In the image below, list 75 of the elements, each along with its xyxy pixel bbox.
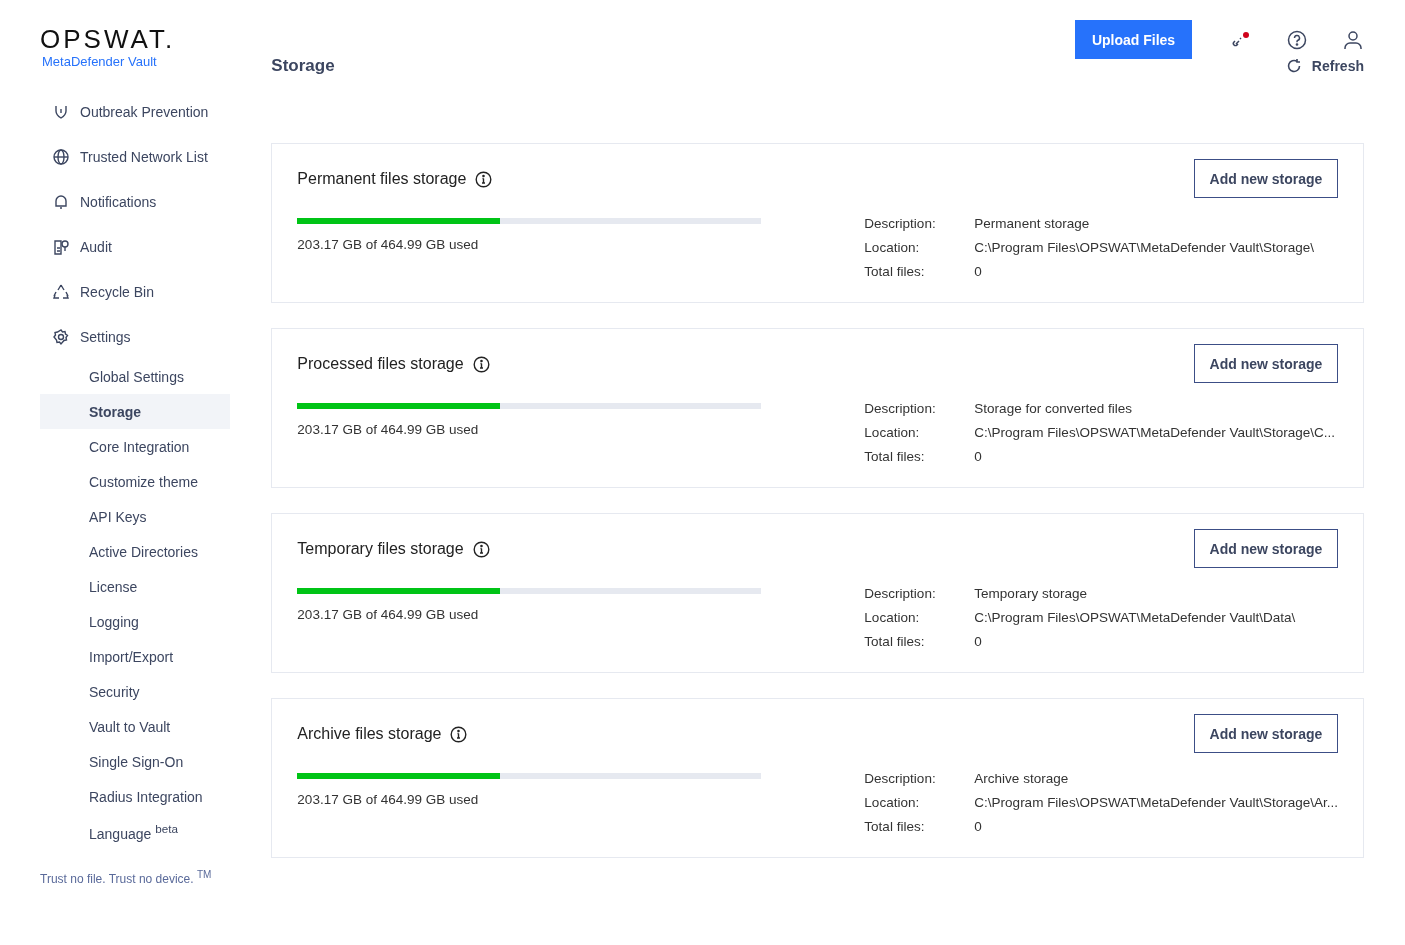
- detail-label: Location:: [864, 795, 921, 810]
- tagline: Trust no file. Trust no device. $^{TM}$: [40, 869, 213, 886]
- sidebar-item[interactable]: Trusted Network List: [40, 134, 231, 179]
- settings-menu-item[interactable]: Security: [40, 674, 231, 709]
- bell-icon: [52, 192, 70, 211]
- usage-text: 203.17 GB of 464.99 GB used: [297, 607, 480, 622]
- info-icon[interactable]: [475, 170, 493, 188]
- detail-label: Total files:: [864, 449, 926, 464]
- settings-menu-item[interactable]: License: [40, 569, 231, 604]
- detail-label: Total files:: [864, 819, 926, 834]
- refresh-button[interactable]: Refresh: [1285, 58, 1364, 74]
- detail-label: Description:: [864, 401, 937, 416]
- add-new-storage-button[interactable]: Add new storage: [1194, 529, 1338, 568]
- settings-menu-item[interactable]: Storage: [40, 394, 231, 429]
- detail-value: 0: [974, 634, 983, 649]
- storage-title: Temporary files storage: [297, 540, 464, 558]
- settings-menu-item[interactable]: Import/Export: [40, 639, 231, 674]
- usage-text: 203.17 GB of 464.99 GB used: [297, 792, 480, 807]
- detail-label: Description:: [864, 216, 937, 231]
- detail-label: Total files:: [864, 634, 926, 649]
- recycle-icon: [52, 282, 70, 301]
- settings-menu-item[interactable]: Vault to Vault: [40, 709, 231, 744]
- info-icon[interactable]: [450, 725, 468, 743]
- detail-value: 0: [974, 264, 983, 279]
- detail-value: Storage for converted files: [974, 401, 1133, 416]
- shield-icon: [52, 103, 70, 121]
- settings-menu-item[interactable]: Global Settings: [40, 359, 231, 394]
- audit-icon: [52, 237, 70, 256]
- sidebar-item[interactable]: Outbreak Prevention: [40, 101, 231, 123]
- sidebar-item[interactable]: Audit: [40, 224, 231, 269]
- refresh-icon: [1285, 58, 1302, 74]
- sidebar-item[interactable]: Settings: [40, 314, 231, 359]
- detail-label: Description:: [864, 771, 937, 786]
- settings-menu-item[interactable]: Radius Integration: [40, 779, 231, 814]
- logo: OPSWAT.: [40, 24, 176, 54]
- settings-menu-item[interactable]: Core Integration: [40, 429, 231, 464]
- detail-value: Archive storage: [974, 771, 1070, 786]
- settings-menu-item[interactable]: Single Sign-On: [40, 744, 231, 779]
- detail-value: 0: [974, 449, 983, 464]
- settings-menu-item[interactable]: Active Directories: [40, 534, 231, 569]
- detail-label: Location:: [864, 610, 921, 625]
- user-icon[interactable]: [1342, 28, 1364, 51]
- upload-files-button[interactable]: Upload Files: [1075, 20, 1192, 59]
- detail-label: Location:: [864, 240, 921, 255]
- gear-icon: [52, 327, 70, 346]
- detail-label: Total files:: [864, 264, 926, 279]
- add-new-storage-button[interactable]: Add new storage: [1194, 714, 1338, 753]
- detail-value: Temporary storage: [974, 586, 1088, 601]
- globe-icon: [52, 147, 70, 166]
- sidebar-item[interactable]: Recycle Bin: [40, 269, 231, 314]
- settings-menu-item[interactable]: API Keys: [40, 499, 231, 534]
- settings-menu-item[interactable]: Logging: [40, 604, 231, 639]
- detail-value: C:\Program Files\OPSWAT\MetaDefender Vault\Storage\: [974, 240, 1314, 255]
- info-icon[interactable]: [472, 355, 490, 373]
- help-icon[interactable]: [1286, 28, 1308, 51]
- detail-value: C:\Program Files\OPSWAT\MetaDefender Vault\Storage\Ar...: [974, 795, 1338, 810]
- page-title: Storage: [271, 56, 335, 76]
- add-new-storage-button[interactable]: Add new storage: [1194, 344, 1338, 383]
- storage-title: Permanent files storage: [297, 170, 467, 188]
- settings-menu-item[interactable]: Language $^{beta}$: [40, 814, 231, 849]
- storage-title: Processed files storage: [297, 355, 464, 373]
- detail-label: Location:: [864, 425, 921, 440]
- detail-label: Description:: [864, 586, 937, 601]
- detail-value: Permanent storage: [974, 216, 1091, 231]
- storage-title: Archive files storage: [297, 725, 442, 743]
- detail-value: C:\Program Files\OPSWAT\MetaDefender Vault\Data\: [974, 610, 1296, 625]
- info-icon[interactable]: [472, 540, 490, 558]
- sidebar-item[interactable]: Notifications: [40, 179, 231, 224]
- usage-text: 203.17 GB of 464.99 GB used: [297, 422, 480, 437]
- add-new-storage-button[interactable]: Add new storage: [1194, 159, 1338, 198]
- settings-menu-item[interactable]: Customize theme: [40, 464, 231, 499]
- product-name: MetaDefender Vault: [42, 54, 157, 69]
- usage-text: 203.17 GB of 464.99 GB used: [297, 237, 480, 252]
- detail-value: 0: [974, 819, 983, 834]
- detail-value: C:\Program Files\OPSWAT\MetaDefender Vault\Storage\C...: [974, 425, 1335, 440]
